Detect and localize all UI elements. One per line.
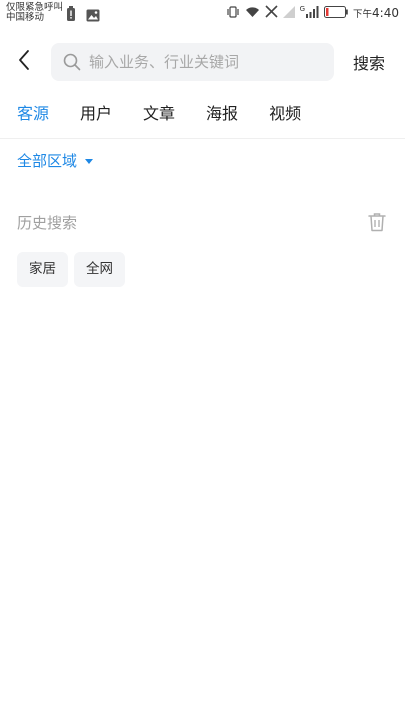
area-filter-dropdown[interactable]: 全部区域 <box>17 150 94 172</box>
signal-empty-icon <box>282 5 295 21</box>
back-button[interactable] <box>12 48 36 72</box>
tab-articles[interactable]: 文章 <box>143 100 175 130</box>
search-header: 搜索 <box>0 40 405 82</box>
category-tabs: 客源 用户 文章 海报 视频 <box>0 100 405 130</box>
status-icons: G 下午4:40 <box>226 5 399 21</box>
battery-low-icon <box>324 5 348 21</box>
search-input[interactable] <box>89 53 319 71</box>
search-box[interactable] <box>51 43 334 81</box>
no-sim-icon <box>265 5 278 21</box>
tab-videos[interactable]: 视频 <box>269 100 301 130</box>
carrier-line-2: 中国移动 <box>6 12 45 23</box>
area-filter-label: 全部区域 <box>17 152 78 170</box>
tab-customers[interactable]: 客源 <box>17 100 49 130</box>
history-list: 家居 全网 <box>17 252 125 287</box>
tab-users[interactable]: 用户 <box>80 100 112 130</box>
history-item[interactable]: 家居 <box>17 252 68 287</box>
clock: 下午4:40 <box>353 6 399 20</box>
clear-history-button[interactable] <box>368 212 388 234</box>
network-type-label: G <box>299 5 306 13</box>
notification-icons <box>66 6 100 26</box>
trash-icon <box>368 213 386 232</box>
history-item[interactable]: 全网 <box>74 252 125 287</box>
carrier-info: 仅限紧急呼叫 中国移动 <box>6 3 63 23</box>
history-title: 历史搜索 <box>17 214 78 232</box>
search-button[interactable]: 搜索 <box>353 50 385 74</box>
image-icon <box>86 7 100 26</box>
status-bar: 仅限紧急呼叫 中国移动 G 下午4:40 <box>0 0 405 28</box>
clock-time: 4:40 <box>372 6 399 20</box>
signal-icon <box>306 5 319 21</box>
caret-down-icon <box>85 158 94 164</box>
tabs-divider <box>0 138 405 139</box>
wifi-icon <box>245 6 260 21</box>
tab-posters[interactable]: 海报 <box>206 100 238 130</box>
battery-alert-icon <box>66 6 76 26</box>
chevron-left-icon <box>19 50 29 70</box>
clock-period: 下午 <box>353 9 373 20</box>
vibrate-icon <box>226 5 240 21</box>
search-icon <box>63 53 81 71</box>
